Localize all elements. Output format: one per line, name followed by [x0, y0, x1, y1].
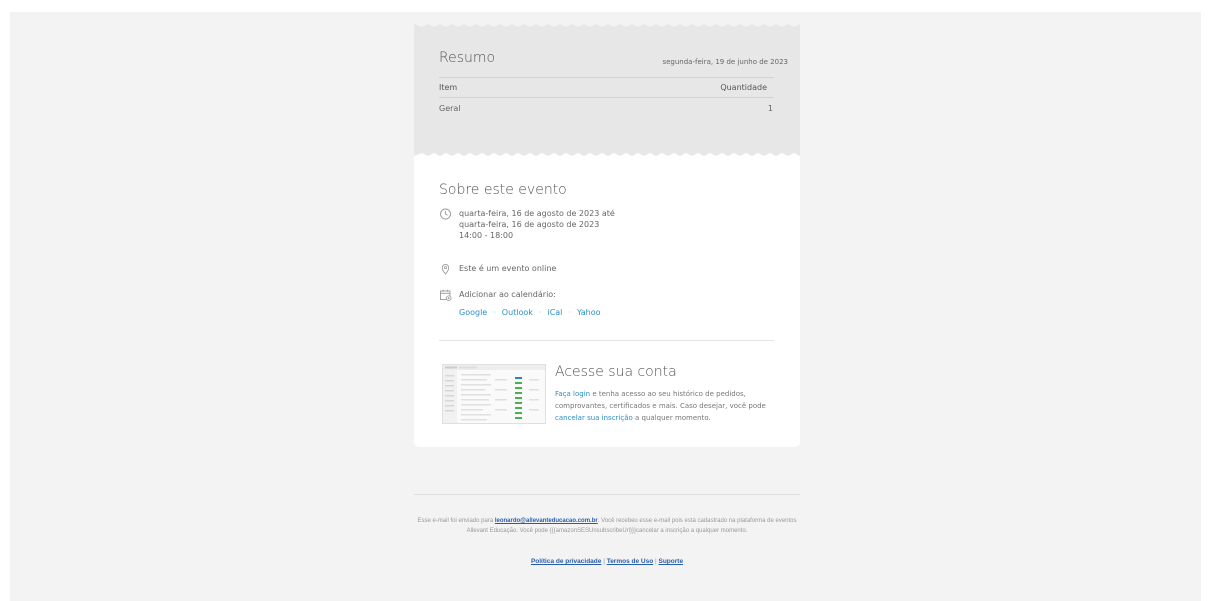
event-location-row: Este é um evento online: [439, 263, 556, 275]
event-time: 14:00 - 18:00: [459, 231, 514, 240]
calendar-links: Google · Outlook · iCal · Yahoo: [459, 308, 601, 317]
account-title: Acesse sua conta: [555, 364, 677, 380]
calendar-row: Adicionar ao calendário:: [439, 289, 556, 301]
section-divider: [439, 340, 774, 341]
account-description: Faça login e tenha acesso ao seu históri…: [555, 388, 787, 424]
summary-title: Resumo: [439, 50, 496, 66]
event-section-title: Sobre este evento: [439, 182, 567, 198]
link-separator: ·: [568, 308, 571, 317]
row-item: Geral: [439, 104, 461, 113]
calendar-link-yahoo[interactable]: Yahoo: [577, 308, 601, 317]
calendar-link-ical[interactable]: iCal: [547, 308, 562, 317]
footer-email-link[interactable]: leonardo@allevanteducacao.com.br: [495, 518, 598, 524]
calendar-link-outlook[interactable]: Outlook: [502, 308, 533, 317]
account-screenshot-thumbnail: [442, 364, 546, 424]
event-details: Sobre este evento quarta-feira, 16 de ag…: [414, 158, 800, 447]
unsubscribe-link[interactable]: cancelar sua inscrição: [555, 414, 633, 422]
row-quantity: 1: [767, 104, 773, 113]
column-header-quantity: Quantidade: [720, 83, 767, 92]
footer-divider: [414, 494, 800, 495]
summary-date: segunda-feira, 19 de junho de 2023: [662, 58, 788, 66]
event-location: Este é um evento online: [459, 264, 557, 273]
event-date-row: quarta-feira, 16 de agosto de 2023 até q…: [439, 208, 615, 241]
account-preview-image: [443, 365, 545, 423]
event-date-end: quarta-feira, 16 de agosto de 2023: [459, 220, 600, 229]
support-link[interactable]: Suporte: [659, 558, 684, 565]
location-pin-icon: [441, 264, 450, 275]
link-separator: ·: [538, 308, 542, 317]
zigzag-edge-top: [414, 22, 800, 27]
calendar-label: Adicionar ao calendário:: [459, 290, 556, 299]
footer-links: Política de privacidade | Termos de Uso …: [414, 558, 800, 565]
link-separator: ·: [493, 308, 496, 317]
footer-text-part1: Esse e-mail foi enviado para: [417, 518, 495, 524]
privacy-policy-link[interactable]: Política de privacidade: [531, 558, 601, 565]
account-text-part2: a qualquer momento.: [632, 414, 711, 422]
calendar-link-google[interactable]: Google: [459, 308, 487, 317]
calendar-add-icon: [440, 289, 452, 301]
login-link[interactable]: Faça login: [555, 390, 590, 398]
event-date-start: quarta-feira, 16 de agosto de 2023 até: [459, 209, 615, 218]
summary-table-header: Item Quantidade: [439, 77, 774, 98]
terms-of-use-link[interactable]: Termos de Uso: [607, 558, 653, 565]
table-row: Geral 1: [439, 104, 774, 113]
event-date-text: quarta-feira, 16 de agosto de 2023 até q…: [459, 208, 615, 241]
column-header-item: Item: [439, 83, 458, 92]
order-summary: Resumo segunda-feira, 19 de junho de 202…: [414, 22, 800, 158]
clock-icon: [440, 208, 451, 220]
footer-notice: Esse e-mail foi enviado para leonardo@al…: [410, 516, 804, 536]
